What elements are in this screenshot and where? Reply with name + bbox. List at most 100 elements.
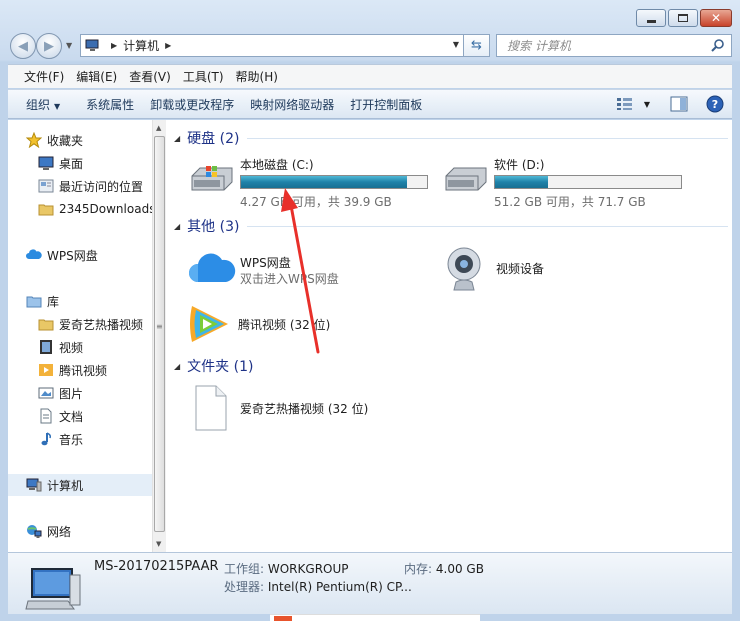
details-pane: MS-20170215PAAR 工作组: WORKGROUP 内存: 4.00 …	[8, 552, 732, 614]
close-button[interactable]: ✕	[700, 9, 732, 27]
view-options-dropdown-icon[interactable]: ▼	[644, 100, 650, 109]
tile-name: 爱奇艺热播视频 (32 位)	[240, 402, 369, 416]
breadcrumb-arrow-icon[interactable]: ▶	[165, 41, 171, 50]
sidebar-item-libraries[interactable]: 库	[26, 290, 59, 312]
refresh-button[interactable]: ⇆	[464, 34, 490, 57]
window-controls: ✕	[636, 9, 732, 27]
collapse-triangle-icon[interactable]: ◢	[174, 134, 180, 143]
computer-large-icon	[25, 568, 81, 610]
forward-button[interactable]: ▶	[36, 33, 62, 59]
menu-help[interactable]: 帮助(H)	[230, 68, 284, 85]
svg-text:?: ?	[712, 98, 718, 111]
pictures-icon	[38, 387, 54, 399]
preview-pane-icon[interactable]	[670, 96, 688, 112]
capacity-bar	[494, 175, 682, 189]
folder-icon	[38, 204, 54, 216]
scroll-up-icon[interactable]: ▲	[156, 124, 161, 132]
map-network-drive-button[interactable]: 映射网络驱动器	[242, 96, 342, 113]
content-pane: ◢ 硬盘 (2) 本地磁盘 (C:) 4.27 GB 可用，共 39.9 GB …	[166, 120, 732, 552]
drive-name: 本地磁盘 (C:)	[240, 158, 314, 172]
computer-name: MS-20170215PAAR	[94, 559, 219, 574]
breadcrumb-arrow-icon[interactable]: ▶	[111, 41, 117, 50]
back-button[interactable]: ◀	[10, 33, 36, 59]
sidebar-item-desktop[interactable]: 桌面	[38, 152, 83, 174]
memory-row: 内存: 4.00 GB	[404, 562, 484, 576]
blank-file-icon	[195, 385, 227, 431]
tencent-video-item[interactable]: 腾讯视频 (32 位)	[186, 302, 406, 352]
search-icon[interactable]	[711, 38, 725, 52]
view-controls: ▼ ?	[616, 95, 724, 113]
maximize-button[interactable]	[668, 9, 698, 27]
address-bar[interactable]: ▶ 计算机 ▶ ▼	[80, 34, 464, 57]
explorer-window: ✕ ◀ ▶ ▼ ▶ 计算机 ▶ ▼ ⇆ 搜索 计算机 文件(F) 编辑(E) 查…	[0, 0, 740, 621]
sidebar-item-iqiyi[interactable]: 爱奇艺热播视频	[38, 313, 143, 335]
sidebar-item-network[interactable]: 网络	[26, 520, 71, 542]
divider	[261, 366, 728, 367]
sidebar-item-computer[interactable]: 计算机	[8, 474, 154, 496]
folder-icon	[38, 319, 54, 331]
sidebar-item-wps-cloud[interactable]: WPS网盘	[26, 244, 98, 266]
uninstall-program-button[interactable]: 卸载或更改程序	[142, 96, 242, 113]
video-device-item[interactable]: 视频设备	[444, 244, 644, 294]
maximize-icon	[678, 14, 688, 22]
collapse-triangle-icon[interactable]: ◢	[174, 222, 180, 231]
menu-edit[interactable]: 编辑(E)	[70, 68, 123, 85]
tile-name: 视频设备	[496, 262, 545, 276]
tile-description: 双击进入WPS网盘	[240, 272, 339, 286]
computer-icon	[85, 39, 99, 51]
menu-file[interactable]: 文件(F)	[18, 68, 70, 85]
iqiyi-folder-item[interactable]: 爱奇艺热播视频 (32 位)	[188, 384, 428, 434]
menu-tools[interactable]: 工具(T)	[177, 68, 230, 85]
network-icon	[27, 525, 42, 538]
command-bar: 组织 ▼ 系统属性 卸载或更改程序 映射网络驱动器 打开控制面板 ▼ ?	[8, 89, 732, 119]
sidebar-item-favorites[interactable]: 收藏夹	[26, 129, 83, 151]
scrollbar-grip-icon: ≡	[156, 322, 163, 331]
open-control-panel-button[interactable]: 打开控制面板	[342, 96, 430, 113]
app-badge-icon	[274, 616, 292, 621]
navigation-pane: 收藏夹 桌面 最近访问的位置 2345Downloads WPS网盘 库 爱奇艺…	[8, 120, 166, 552]
sidebar-item-music[interactable]: 音乐	[38, 428, 83, 450]
star-icon	[26, 132, 42, 148]
search-input[interactable]: 搜索 计算机	[496, 34, 732, 57]
help-icon[interactable]: ?	[706, 95, 724, 113]
scroll-down-icon[interactable]: ▼	[156, 540, 161, 548]
navigation-pane-scrollbar[interactable]: ▲ ≡ ▼	[152, 120, 166, 552]
wps-cloud-item[interactable]: WPS网盘 双击进入WPS网盘	[188, 248, 408, 298]
refresh-icon: ⇆	[471, 38, 482, 53]
library-icon	[26, 296, 42, 308]
tile-name: 腾讯视频 (32 位)	[238, 318, 331, 332]
drive-d[interactable]: 软件 (D:) 51.2 GB 可用，共 71.7 GB	[442, 156, 692, 209]
processor-row: 处理器: Intel(R) Pentium(R) CP...	[224, 580, 412, 594]
documents-icon	[40, 408, 52, 424]
sidebar-item-pictures[interactable]: 图片	[38, 382, 83, 404]
divider	[247, 225, 728, 227]
breadcrumb-computer[interactable]: 计算机	[123, 37, 159, 54]
computer-icon	[26, 478, 42, 492]
hard-drive-windows-icon	[191, 166, 233, 191]
sidebar-item-recent[interactable]: 最近访问的位置	[38, 175, 143, 197]
tile-name: WPS网盘	[240, 256, 291, 270]
address-dropdown-icon[interactable]: ▼	[453, 40, 459, 49]
capacity-bar	[240, 175, 428, 189]
change-view-icon[interactable]	[616, 97, 634, 111]
sidebar-item-documents[interactable]: 文档	[38, 405, 83, 427]
minimize-button[interactable]	[636, 9, 666, 27]
group-header-folders[interactable]: ◢ 文件夹 (1)	[174, 354, 728, 378]
capacity-fill	[495, 176, 549, 188]
navigation-bar: ◀ ▶ ▼ ▶ 计算机 ▶ ▼ ⇆ 搜索 计算机	[8, 32, 732, 60]
group-header-hdd[interactable]: ◢ 硬盘 (2)	[174, 126, 728, 150]
sidebar-item-tencent-video[interactable]: 腾讯视频	[38, 359, 107, 381]
organize-button[interactable]: 组织 ▼	[18, 96, 68, 113]
close-icon: ✕	[710, 11, 722, 25]
drive-c[interactable]: 本地磁盘 (C:) 4.27 GB 可用，共 39.9 GB	[188, 156, 438, 209]
collapse-triangle-icon[interactable]: ◢	[174, 362, 180, 371]
drive-free-space: 4.27 GB 可用，共 39.9 GB	[240, 195, 392, 209]
cloud-icon	[26, 249, 42, 259]
sidebar-item-2345downloads[interactable]: 2345Downloads	[38, 198, 155, 220]
sidebar-item-videos[interactable]: 视频	[38, 336, 83, 358]
recent-pages-dropdown[interactable]: ▼	[66, 41, 72, 50]
system-properties-button[interactable]: 系统属性	[78, 96, 142, 113]
group-header-other[interactable]: ◢ 其他 (3)	[174, 214, 728, 238]
scrollbar-thumb[interactable]	[154, 136, 165, 532]
menu-view[interactable]: 查看(V)	[123, 68, 177, 85]
